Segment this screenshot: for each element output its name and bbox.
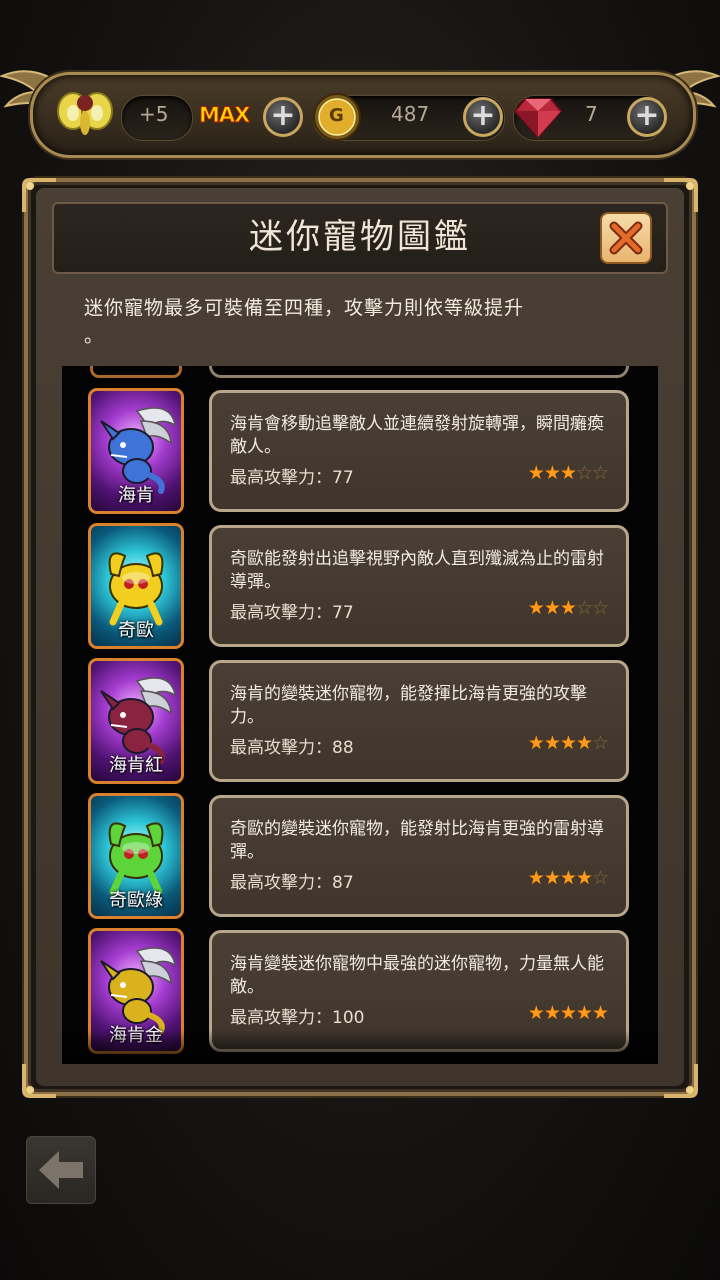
pet-description: 海肯的變裝迷你寵物，能發揮比海肯更強的攻擊力。 bbox=[230, 684, 587, 727]
star-empty-icon: ☆ bbox=[575, 597, 593, 619]
add-gold-button[interactable]: + bbox=[463, 97, 503, 137]
close-icon bbox=[609, 221, 643, 255]
star-empty-icon: ☆ bbox=[591, 732, 609, 754]
gold-label: G bbox=[329, 105, 344, 126]
star-filled-icon: ★ bbox=[543, 867, 561, 889]
corner-ornament-bottom-left bbox=[22, 1064, 56, 1098]
pet-name: 海肯紅 bbox=[109, 755, 163, 776]
star-filled-icon: ★ bbox=[559, 597, 577, 619]
butterfly-pet-icon bbox=[57, 92, 113, 135]
star-filled-icon: ★ bbox=[527, 1002, 545, 1024]
gem-amount: 7 bbox=[585, 102, 598, 126]
pet-card[interactable]: 海肯 bbox=[88, 388, 184, 514]
pet-card[interactable]: 奇歐 bbox=[88, 523, 184, 649]
star-filled-icon: ★ bbox=[527, 597, 545, 619]
pet-star-rating: ★★★★☆ bbox=[527, 867, 609, 889]
pet-star-rating: ★★★☆☆ bbox=[527, 597, 609, 619]
add-level-button[interactable]: + bbox=[263, 97, 303, 137]
star-filled-icon: ★ bbox=[559, 1002, 577, 1024]
star-empty-icon: ☆ bbox=[591, 867, 609, 889]
previous-row-info-edge bbox=[209, 366, 629, 378]
pet-max-attack: 最高攻擊力：100 bbox=[230, 1008, 365, 1028]
back-button[interactable] bbox=[26, 1136, 96, 1204]
corner-ornament-bottom-right bbox=[664, 1064, 698, 1098]
star-filled-icon: ★ bbox=[559, 867, 577, 889]
panel-description: 迷你寵物最多可裝備至四種，攻擊力則依等級提升 。 bbox=[84, 294, 584, 350]
star-filled-icon: ★ bbox=[559, 462, 577, 484]
star-filled-icon: ★ bbox=[527, 867, 545, 889]
gold-amount: 487 bbox=[391, 102, 430, 126]
back-arrow-icon bbox=[39, 1151, 83, 1189]
red-gem-icon bbox=[513, 98, 563, 139]
pet-star-rating: ★★★☆☆ bbox=[527, 462, 609, 484]
pet-info-box: 海肯會移動追擊敵人並連續發射旋轉彈，瞬間癱瘓敵人。 最高攻擊力：77 ★★★☆☆ bbox=[209, 390, 629, 512]
star-empty-icon: ☆ bbox=[591, 597, 609, 619]
previous-row-card-edge bbox=[90, 366, 182, 378]
close-button[interactable] bbox=[600, 212, 652, 264]
pet-name: 奇歐 bbox=[118, 620, 154, 641]
star-filled-icon: ★ bbox=[575, 867, 593, 889]
pet-card[interactable]: 海肯紅 bbox=[88, 658, 184, 784]
star-filled-icon: ★ bbox=[527, 462, 545, 484]
pet-name: 奇歐綠 bbox=[109, 890, 163, 911]
star-filled-icon: ★ bbox=[591, 1002, 609, 1024]
pet-description: 奇歐的變裝迷你寵物，能發射比海肯更強的雷射導彈。 bbox=[230, 819, 604, 862]
resource-bar: +5 MAX + G 487 + 7 + bbox=[30, 72, 696, 158]
pet-info-box: 奇歐能發射出追擊視野內敵人直到殲滅為止的雷射導彈。 最高攻擊力：77 ★★★☆☆ bbox=[209, 525, 629, 647]
list-fade bbox=[62, 1030, 658, 1064]
pet-description: 奇歐能發射出追擊視野內敵人直到殲滅為止的雷射導彈。 bbox=[230, 549, 604, 592]
pet-row[interactable]: 海肯 海肯會移動追擊敵人並連續發射旋轉彈，瞬間癱瘓敵人。 最高攻擊力：77 ★★… bbox=[62, 388, 658, 516]
star-filled-icon: ★ bbox=[543, 732, 561, 754]
pet-description: 海肯變裝迷你寵物中最強的迷你寵物，力量無人能敵。 bbox=[230, 954, 604, 997]
star-empty-icon: ☆ bbox=[575, 462, 593, 484]
pet-row[interactable]: 海肯紅 海肯的變裝迷你寵物，能發揮比海肯更強的攻擊力。 最高攻擊力：88 ★★★… bbox=[62, 658, 658, 786]
star-filled-icon: ★ bbox=[527, 732, 545, 754]
page-title: 迷你寵物圖鑑 bbox=[249, 217, 471, 257]
pet-max-attack: 最高攻擊力：77 bbox=[230, 468, 354, 488]
description-line-1: 迷你寵物最多可裝備至四種，攻擊力則依等級提升 bbox=[84, 297, 525, 319]
pet-card[interactable]: 奇歐綠 bbox=[88, 793, 184, 919]
pet-info-box: 海肯的變裝迷你寵物，能發揮比海肯更強的攻擊力。 最高攻擊力：88 ★★★★☆ bbox=[209, 660, 629, 782]
pet-max-attack: 最高攻擊力：87 bbox=[230, 873, 354, 893]
pet-max-attack: 最高攻擊力：77 bbox=[230, 603, 354, 623]
pet-max-attack: 最高攻擊力：88 bbox=[230, 738, 354, 758]
pet-row[interactable]: 奇歐綠 奇歐的變裝迷你寵物，能發射比海肯更強的雷射導彈。 最高攻擊力：87 ★★… bbox=[62, 793, 658, 921]
star-filled-icon: ★ bbox=[559, 732, 577, 754]
star-filled-icon: ★ bbox=[575, 732, 593, 754]
pet-info-box: 奇歐的變裝迷你寵物，能發射比海肯更強的雷射導彈。 最高攻擊力：87 ★★★★☆ bbox=[209, 795, 629, 917]
pet-description: 海肯會移動追擊敵人並連續發射旋轉彈，瞬間癱瘓敵人。 bbox=[230, 414, 604, 457]
max-label: MAX bbox=[198, 103, 250, 128]
star-filled-icon: ★ bbox=[543, 462, 561, 484]
level-bonus-value: +5 bbox=[139, 102, 169, 126]
pet-star-rating: ★★★★★ bbox=[527, 1002, 609, 1024]
pet-star-rating: ★★★★☆ bbox=[527, 732, 609, 754]
pet-row[interactable]: 奇歐 奇歐能發射出追擊視野內敵人直到殲滅為止的雷射導彈。 最高攻擊力：77 ★★… bbox=[62, 523, 658, 651]
pet-name: 海肯 bbox=[118, 485, 154, 506]
add-gem-button[interactable]: + bbox=[627, 97, 667, 137]
star-filled-icon: ★ bbox=[575, 1002, 593, 1024]
description-line-2: 。 bbox=[84, 325, 105, 347]
star-filled-icon: ★ bbox=[543, 1002, 561, 1024]
star-filled-icon: ★ bbox=[543, 597, 561, 619]
star-empty-icon: ☆ bbox=[591, 462, 609, 484]
pet-list[interactable]: 海肯 海肯會移動追擊敵人並連續發射旋轉彈，瞬間癱瘓敵人。 最高攻擊力：77 ★★… bbox=[62, 366, 658, 1064]
